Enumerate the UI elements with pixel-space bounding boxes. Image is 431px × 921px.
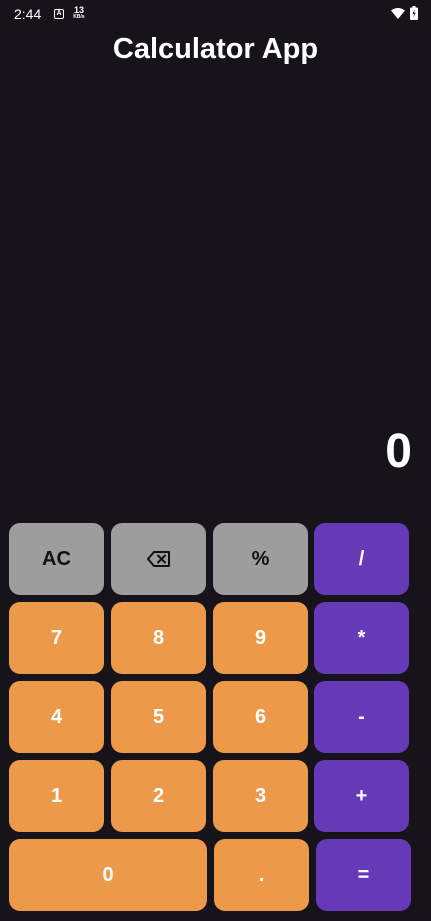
status-time: 2:44	[14, 6, 42, 22]
status-bar: 2:44 A 13 KB/s	[0, 0, 431, 30]
network-speed-unit: KB/s	[73, 14, 85, 20]
battery-icon	[410, 6, 418, 20]
six-button[interactable]: 6	[213, 681, 308, 753]
plus-button[interactable]: +	[314, 760, 409, 832]
eight-button[interactable]: 8	[111, 602, 206, 674]
four-button[interactable]: 4	[9, 681, 104, 753]
result-display: 0	[385, 425, 412, 478]
clear-button[interactable]: AC	[9, 523, 104, 595]
backspace-icon	[146, 551, 170, 567]
zero-button[interactable]: 0	[9, 839, 207, 911]
network-speed: 13 KB/s	[71, 6, 87, 20]
calculator-screen: 2:44 A 13 KB/s Calculator App 0 AC % / 7…	[0, 0, 431, 921]
multiply-button[interactable]: *	[314, 602, 409, 674]
wifi-icon	[391, 8, 405, 19]
three-button[interactable]: 3	[213, 760, 308, 832]
equals-button[interactable]: =	[316, 839, 411, 911]
two-button[interactable]: 2	[111, 760, 206, 832]
seven-button[interactable]: 7	[9, 602, 104, 674]
five-button[interactable]: 5	[111, 681, 206, 753]
one-button[interactable]: 1	[9, 760, 104, 832]
percent-button[interactable]: %	[213, 523, 308, 595]
divide-button[interactable]: /	[314, 523, 409, 595]
notification-a-icon: A	[54, 9, 64, 19]
minus-button[interactable]: -	[314, 681, 409, 753]
nine-button[interactable]: 9	[213, 602, 308, 674]
app-title: Calculator App	[112, 33, 319, 65]
backspace-button[interactable]	[111, 523, 206, 595]
decimal-button[interactable]: .	[214, 839, 309, 911]
